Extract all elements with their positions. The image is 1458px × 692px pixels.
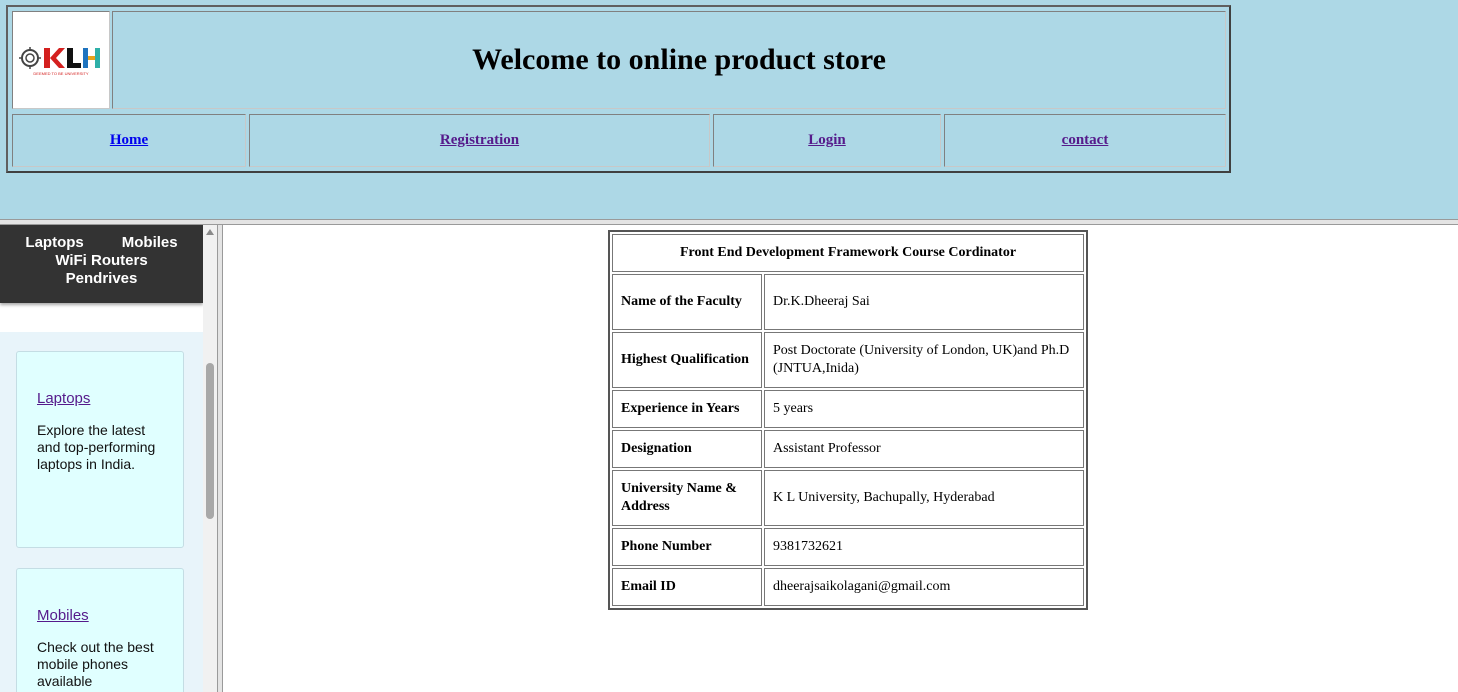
main-frame: Front End Development Framework Course C… (223, 225, 1458, 692)
sidebar-category-nav: Laptops Mobiles WiFi Routers Pendrives (0, 225, 203, 303)
nav-link-contact[interactable]: contact (1062, 132, 1109, 149)
card-link-mobiles[interactable]: Mobiles (37, 607, 169, 624)
category-laptops[interactable]: Laptops (25, 234, 83, 251)
nav-cell-home: Home (12, 114, 246, 167)
category-mobiles[interactable]: Mobiles (122, 234, 178, 251)
faculty-info-table: Front End Development Framework Course C… (608, 230, 1088, 610)
row-value: 9381732621 (764, 528, 1084, 566)
row-label: Designation (612, 430, 762, 468)
row-value: 5 years (764, 390, 1084, 428)
nav-link-login[interactable]: Login (808, 132, 846, 149)
row-label: Highest Qualification (612, 332, 762, 388)
row-label: Name of the Faculty (612, 274, 762, 330)
sidebar-scrollbar[interactable] (203, 225, 217, 692)
category-pendrives[interactable]: Pendrives (0, 270, 203, 288)
row-label: University Name & Address (612, 470, 762, 526)
header-frame: DEEMED TO BE UNIVERSITY Welcome to onlin… (0, 0, 1458, 222)
table-row: Phone Number 9381732621 (612, 528, 1084, 566)
card-text-mobiles: Check out the best mobile phones availab… (37, 639, 154, 689)
row-label: Phone Number (612, 528, 762, 566)
row-value: K L University, Bachupally, Hyderabad (764, 470, 1084, 526)
row-value: Post Doctorate (University of London, UK… (764, 332, 1084, 388)
row-value: dheerajsaikolagani@gmail.com (764, 568, 1084, 606)
row-value: Dr.K.Dheeraj Sai (764, 274, 1084, 330)
klh-logo-icon: DEEMED TO BE UNIVERSITY (19, 47, 100, 76)
scroll-thumb[interactable] (206, 363, 214, 519)
table-row: Experience in Years 5 years (612, 390, 1084, 428)
nav-cell-login: Login (713, 114, 941, 167)
logo: DEEMED TO BE UNIVERSITY (12, 11, 110, 109)
sidebar-cards: Laptops Explore the latest and top-perfo… (0, 332, 203, 692)
row-value: Assistant Professor (764, 430, 1084, 468)
card-laptops: Laptops Explore the latest and top-perfo… (16, 351, 184, 548)
table-row: University Name & Address K L University… (612, 470, 1084, 526)
row-label: Experience in Years (612, 390, 762, 428)
nav-cell-registration: Registration (249, 114, 710, 167)
table-row: Highest Qualification Post Doctorate (Un… (612, 332, 1084, 388)
header-table: DEEMED TO BE UNIVERSITY Welcome to onlin… (6, 5, 1231, 173)
card-link-laptops[interactable]: Laptops (37, 390, 169, 407)
row-label: Email ID (612, 568, 762, 606)
sidebar-frame: Laptops Mobiles WiFi Routers Pendrives La… (0, 225, 219, 692)
nav-link-home[interactable]: Home (110, 132, 148, 149)
table-row: Name of the Faculty Dr.K.Dheeraj Sai (612, 274, 1084, 330)
card-mobiles: Mobiles Check out the best mobile phones… (16, 568, 184, 692)
nav-link-registration[interactable]: Registration (440, 132, 519, 149)
page-title: Welcome to online product store (472, 43, 886, 76)
table-row: Email ID dheerajsaikolagani@gmail.com (612, 568, 1084, 606)
category-wifi-routers[interactable]: WiFi Routers (0, 252, 203, 270)
logo-subtext: DEEMED TO BE UNIVERSITY (33, 71, 89, 76)
table-heading: Front End Development Framework Course C… (612, 234, 1084, 272)
table-row: Designation Assistant Professor (612, 430, 1084, 468)
category-row: Laptops Mobiles (0, 234, 203, 252)
card-text-laptops: Explore the latest and top-performing la… (37, 422, 156, 472)
scroll-up-arrow-icon[interactable] (206, 229, 214, 235)
table-header-row: Front End Development Framework Course C… (612, 234, 1084, 272)
title-cell: Welcome to online product store (112, 11, 1226, 109)
nav-cell-contact: contact (944, 114, 1226, 167)
